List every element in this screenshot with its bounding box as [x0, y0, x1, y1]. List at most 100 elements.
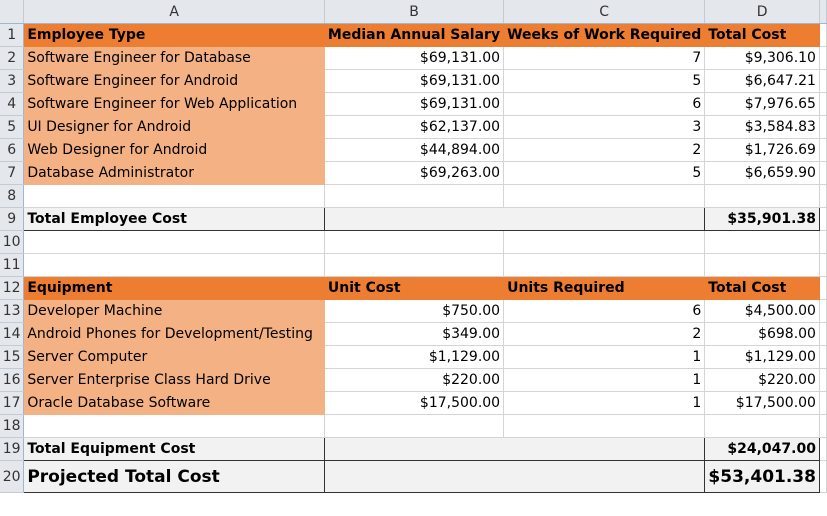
row-header[interactable]: 3 — [0, 69, 25, 93]
cell[interactable]: Database Administrator — [23, 161, 325, 185]
cell[interactable] — [819, 460, 827, 493]
row-header[interactable]: 2 — [0, 46, 25, 70]
cell[interactable] — [503, 184, 706, 208]
row-header[interactable]: 11 — [0, 253, 25, 277]
cell[interactable] — [23, 414, 325, 438]
cell[interactable]: $44,894.00 — [324, 138, 505, 162]
cell[interactable] — [819, 345, 827, 369]
cell[interactable]: 7 — [503, 46, 706, 70]
cell[interactable]: 6 — [503, 299, 706, 323]
row-header[interactable]: 6 — [0, 138, 25, 162]
projected-total-label[interactable]: Projected Total Cost — [23, 460, 325, 493]
cell[interactable]: Software Engineer for Web Application — [23, 92, 325, 116]
cell[interactable] — [819, 299, 827, 323]
cell[interactable]: Developer Machine — [23, 299, 325, 323]
cell[interactable] — [819, 322, 827, 346]
cell[interactable] — [324, 414, 505, 438]
header-cell[interactable]: Equipment — [23, 276, 325, 300]
total-label[interactable]: Total Equipment Cost — [23, 437, 325, 461]
cell[interactable] — [819, 368, 827, 392]
cell[interactable] — [503, 253, 706, 277]
cell[interactable] — [819, 115, 827, 139]
total-value[interactable]: $35,901.38 — [704, 207, 820, 231]
row-header[interactable]: 9 — [0, 207, 25, 231]
cell[interactable]: $69,131.00 — [324, 69, 505, 93]
cell[interactable]: $6,659.90 — [704, 161, 820, 185]
row-header[interactable]: 5 — [0, 115, 25, 139]
cell[interactable] — [819, 207, 827, 231]
header-cell[interactable]: Unit Cost — [324, 276, 505, 300]
cell[interactable] — [324, 253, 505, 277]
cell[interactable] — [819, 69, 827, 93]
cell[interactable]: $1,726.69 — [704, 138, 820, 162]
cell[interactable]: 5 — [503, 69, 706, 93]
row-header[interactable]: 13 — [0, 299, 25, 323]
cell[interactable]: 6 — [503, 92, 706, 116]
cell[interactable]: $69,131.00 — [324, 92, 505, 116]
cell[interactable]: $9,306.10 — [704, 46, 820, 70]
cell[interactable]: $69,263.00 — [324, 161, 505, 185]
cell[interactable] — [503, 230, 706, 254]
cell[interactable] — [704, 184, 820, 208]
cell[interactable]: Android Phones for Development/Testing — [23, 322, 325, 346]
cell[interactable]: 1 — [503, 368, 706, 392]
cell[interactable]: Software Engineer for Android — [23, 69, 325, 93]
cell[interactable] — [819, 437, 827, 461]
cell[interactable]: Software Engineer for Database — [23, 46, 325, 70]
cell[interactable] — [503, 414, 706, 438]
cell[interactable]: $7,976.65 — [704, 92, 820, 116]
cell[interactable] — [819, 184, 827, 208]
cell[interactable] — [819, 46, 827, 70]
cell[interactable] — [819, 253, 827, 277]
row-header[interactable]: 1 — [0, 23, 25, 47]
cell[interactable]: $220.00 — [704, 368, 820, 392]
cell[interactable]: 1 — [503, 345, 706, 369]
header-cell[interactable]: Total Cost — [704, 23, 820, 47]
column-header-A[interactable]: A — [23, 0, 325, 24]
row-header[interactable]: 14 — [0, 322, 25, 346]
row-header[interactable]: 19 — [0, 437, 25, 461]
header-cell[interactable]: Total Cost — [704, 276, 820, 300]
header-cell[interactable]: Weeks of Work Required — [503, 23, 706, 47]
cell[interactable]: $349.00 — [324, 322, 505, 346]
row-header[interactable]: 4 — [0, 92, 25, 116]
total-value[interactable]: $24,047.00 — [704, 437, 820, 461]
cell[interactable] — [704, 414, 820, 438]
cell[interactable]: $1,129.00 — [324, 345, 505, 369]
projected-total-value[interactable]: $53,401.38 — [704, 460, 820, 493]
row-header[interactable]: 8 — [0, 184, 25, 208]
column-header-D[interactable]: D — [704, 0, 820, 24]
cell[interactable] — [819, 391, 827, 415]
row-header[interactable]: 18 — [0, 414, 25, 438]
cell[interactable] — [23, 230, 325, 254]
cell[interactable]: Oracle Database Software — [23, 391, 325, 415]
cell[interactable] — [324, 230, 505, 254]
cell[interactable]: $62,137.00 — [324, 115, 505, 139]
cell[interactable]: Server Enterprise Class Hard Drive — [23, 368, 325, 392]
cell[interactable] — [819, 92, 827, 116]
row-header[interactable]: 17 — [0, 391, 25, 415]
cell[interactable] — [819, 23, 827, 47]
cell[interactable]: $17,500.00 — [704, 391, 820, 415]
cell[interactable] — [819, 138, 827, 162]
header-cell[interactable]: Median Annual Salary — [324, 23, 505, 47]
row-header[interactable]: 12 — [0, 276, 25, 300]
cell[interactable]: $750.00 — [324, 299, 505, 323]
cell[interactable] — [819, 276, 827, 300]
cell[interactable]: $698.00 — [704, 322, 820, 346]
column-header-B[interactable]: B — [324, 0, 505, 24]
row-header[interactable]: 20 — [0, 460, 25, 493]
cell[interactable]: $1,129.00 — [704, 345, 820, 369]
cell[interactable]: 5 — [503, 161, 706, 185]
row-header[interactable]: 10 — [0, 230, 25, 254]
cell[interactable] — [23, 184, 325, 208]
total-label[interactable]: Total Employee Cost — [23, 207, 325, 231]
column-header-C[interactable]: C — [503, 0, 706, 24]
cell[interactable] — [323, 437, 706, 461]
cell[interactable]: $6,647.21 — [704, 69, 820, 93]
cell[interactable] — [23, 253, 325, 277]
cell[interactable]: $17,500.00 — [324, 391, 505, 415]
cell[interactable]: $4,500.00 — [704, 299, 820, 323]
cell[interactable]: 1 — [503, 391, 706, 415]
row-header[interactable]: 15 — [0, 345, 25, 369]
